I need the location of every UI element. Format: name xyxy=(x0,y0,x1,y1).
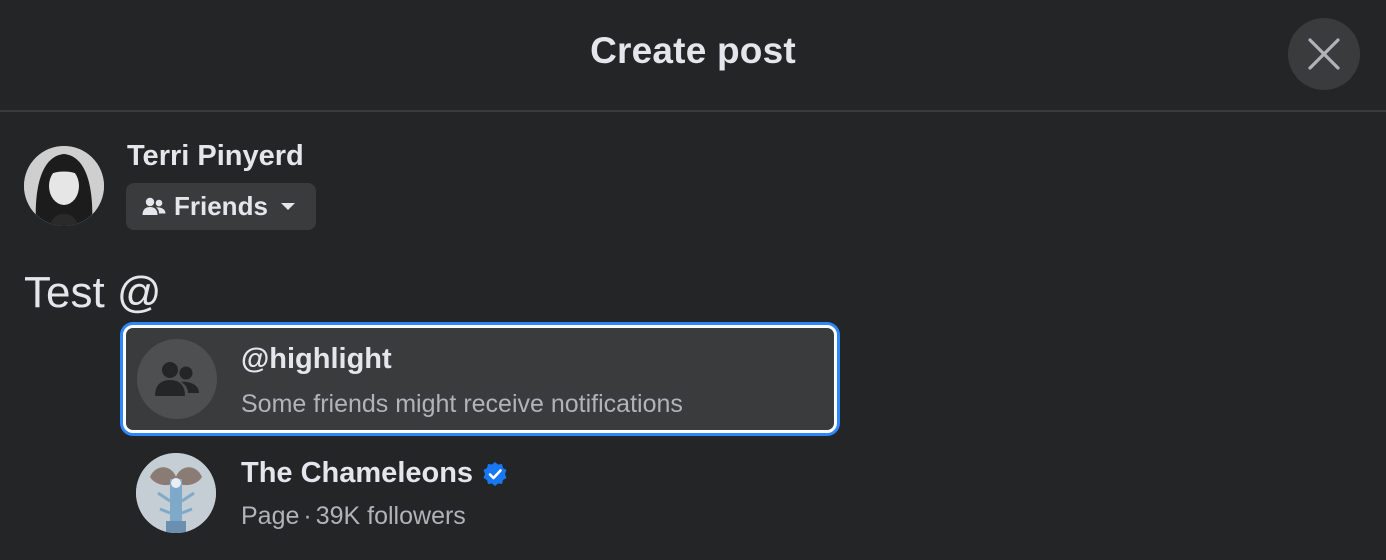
close-icon xyxy=(1308,38,1340,70)
suggestion-subtitle: Page · 39K followers xyxy=(241,502,466,531)
author-name[interactable]: Terri Pinyerd xyxy=(127,140,304,173)
page-type: Page xyxy=(241,502,300,530)
avatar-image xyxy=(24,146,104,226)
suggestion-title: @highlight xyxy=(241,343,392,375)
suggestion-subtitle: Some friends might receive notifications xyxy=(241,390,683,418)
mention-suggestion-highlight[interactable]: @highlight Some friends might receive no… xyxy=(123,325,837,433)
create-post-dialog: Create post Terri Pinyerd Friends Test @… xyxy=(0,0,1386,560)
follower-count: 39K followers xyxy=(315,502,466,530)
mention-suggestion-the-chameleons[interactable]: The Chameleons Page · 39K followers xyxy=(120,440,840,552)
post-text-input[interactable]: Test @ xyxy=(24,268,162,318)
verified-badge-icon xyxy=(483,461,507,486)
audience-label: Friends xyxy=(174,191,268,221)
separator-dot: · xyxy=(303,502,312,530)
suggestion-title: The Chameleons xyxy=(241,457,508,490)
page-name: The Chameleons xyxy=(241,457,474,489)
user-avatar[interactable] xyxy=(24,146,104,226)
close-button[interactable] xyxy=(1288,18,1360,90)
mention-suggestions-menu: @highlight Some friends might receive no… xyxy=(120,323,840,560)
caret-down-icon xyxy=(280,202,295,210)
dialog-title: Create post xyxy=(590,30,796,71)
dialog-header: Create post xyxy=(0,0,1386,112)
page-avatar xyxy=(136,453,216,533)
group-icon xyxy=(137,339,217,419)
people-icon xyxy=(142,197,166,215)
audience-selector-button[interactable]: Friends xyxy=(126,183,316,230)
